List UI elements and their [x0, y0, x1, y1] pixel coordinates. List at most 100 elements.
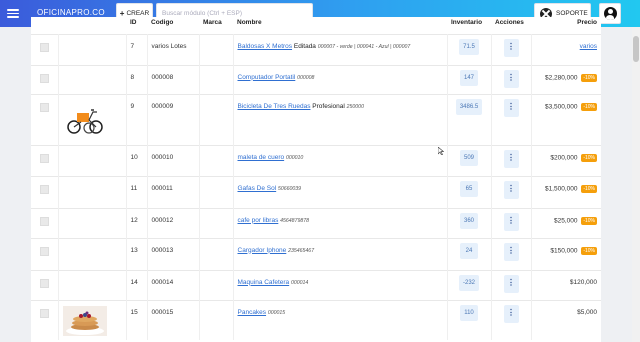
menu-icon[interactable] — [7, 9, 19, 18]
header-price[interactable]: Precio — [531, 17, 601, 34]
inventory-chip[interactable]: 360 — [459, 212, 478, 229]
product-reference: 000014 — [290, 279, 309, 286]
price-link[interactable]: varios — [580, 43, 597, 50]
price-cell: $150,000 -10% — [531, 237, 601, 270]
scrollbar-track[interactable] — [632, 27, 640, 342]
table-row[interactable]: 13000013 Cargador Iphone 235465467 24 $150,… — [31, 237, 601, 270]
inventory-chip[interactable]: 71.5 — [459, 38, 479, 55]
header-id[interactable]: ID — [126, 17, 147, 34]
price-value: $1,500,000 — [544, 185, 578, 193]
header-inventory[interactable]: Inventario — [447, 17, 491, 34]
row-checkbox[interactable] — [39, 278, 49, 288]
actions-cell — [491, 207, 532, 238]
name-cell: Cargador Iphone 235465467 — [233, 237, 448, 270]
actions-cell — [491, 144, 532, 176]
image-cell — [58, 269, 127, 300]
table-row[interactable]: 11000011 Gafas De Sol 50660039 65 $1,500,00… — [31, 175, 601, 208]
brand-cell — [199, 299, 234, 340]
discount-badge: -10% — [581, 246, 597, 255]
table-row[interactable]: 14000014Maquina Cafetera 000014-232$120,… — [31, 269, 601, 300]
product-name-link[interactable]: Gafas De Sol — [238, 185, 277, 192]
product-name-link[interactable]: Bicicleta De Tres Ruedas — [238, 103, 311, 110]
row-actions-menu-icon[interactable] — [503, 212, 519, 231]
product-name-link[interactable]: maleta de cuero — [238, 154, 285, 161]
row-checkbox[interactable] — [39, 308, 49, 318]
inventory-chip[interactable]: 110 — [460, 304, 478, 321]
row-actions-menu-icon[interactable] — [503, 242, 519, 261]
row-actions-menu-icon[interactable] — [503, 304, 519, 323]
row-actions-menu-icon[interactable] — [503, 69, 519, 88]
header-brand[interactable]: Marca — [199, 17, 233, 34]
row-checkbox[interactable] — [39, 73, 49, 83]
table-header-row: ID Codigo Marca Nombre Inventario Accion… — [31, 17, 601, 34]
header-code[interactable]: Codigo — [147, 17, 199, 34]
table-row[interactable]: 7 varios Lotes Baldosas X Metros Editada 0… — [31, 33, 601, 65]
row-checkbox[interactable] — [39, 216, 49, 226]
row-checkbox[interactable] — [39, 184, 49, 194]
discount-badge: -10% — [581, 102, 597, 111]
inventory-chip[interactable]: 147 — [459, 69, 478, 86]
product-name-extra: Editada — [293, 42, 316, 50]
product-image-pancakes[interactable] — [62, 305, 107, 336]
row-checkbox[interactable] — [39, 42, 49, 52]
row-actions-menu-icon[interactable] — [503, 180, 519, 199]
products-table-container: ID Codigo Marca Nombre Inventario Accion… — [31, 17, 601, 342]
code-cell: 000015 — [147, 299, 200, 340]
inventory-cell: -232 — [447, 269, 492, 300]
actions-cell — [491, 269, 532, 300]
row-checkbox[interactable] — [39, 153, 49, 163]
table-row[interactable]: 8000008Computador Portatil 000008147$2,2… — [31, 64, 601, 94]
inventory-chip[interactable]: 3486.5 — [455, 98, 483, 115]
row-checkbox[interactable] — [39, 246, 49, 256]
id-cell: 14 — [126, 269, 148, 300]
id-cell: 8 — [126, 64, 148, 94]
table-row[interactable]: 12000012 cafe por libras 4564879878 360 $25… — [31, 207, 601, 238]
price-value: $200,000 — [550, 154, 578, 162]
product-name-link[interactable]: Maquina Cafetera — [238, 279, 290, 286]
product-name-link[interactable]: Baldosas X Metros — [238, 43, 293, 50]
code-cell: varios Lotes — [147, 33, 200, 65]
inventory-cell: 360 — [447, 207, 492, 238]
row-actions-menu-icon[interactable] — [503, 274, 519, 293]
row-actions-menu-icon[interactable] — [503, 149, 519, 168]
product-image-tricycle[interactable] — [62, 99, 107, 140]
table-row[interactable]: 10000010maleta de cuero 000010509$200,00… — [31, 144, 601, 176]
row-actions-menu-icon[interactable] — [503, 98, 519, 117]
inventory-chip[interactable]: 24 — [460, 242, 478, 259]
brand-cell — [199, 93, 234, 145]
name-cell: Pancakes 000015 — [233, 299, 448, 340]
product-reference: 50660039 — [277, 185, 302, 192]
select-cell — [31, 299, 59, 340]
product-reference: 000008 — [297, 74, 315, 81]
brand-cell — [199, 33, 234, 65]
inventory-chip[interactable]: 509 — [459, 149, 478, 166]
name-cell: Computador Portatil 000008 — [233, 64, 448, 94]
id-cell: 11 — [126, 175, 148, 208]
product-reference: 000015 — [267, 309, 286, 316]
table-row[interactable]: 9 000009 Bicicleta De Tres Ruedas Profesio… — [31, 93, 601, 145]
inventory-cell: 24 — [447, 237, 492, 270]
table-row[interactable]: 15000015Pancakes 000015110$5,000 — [31, 299, 601, 340]
brand-logo[interactable]: OFICINAPRO.CO — [37, 8, 105, 17]
inventory-chip[interactable]: 65 — [460, 180, 478, 197]
price-cell: $25,000 -10% — [531, 207, 601, 238]
code-cell: 000009 — [147, 93, 200, 145]
brand-cell — [199, 144, 234, 176]
header-name[interactable]: Nombre — [233, 17, 447, 34]
user-avatar-icon — [603, 7, 617, 20]
product-name-link[interactable]: cafe por libras — [238, 217, 279, 224]
inventory-chip[interactable]: -232 — [458, 274, 479, 291]
row-actions-menu-icon[interactable] — [503, 38, 519, 57]
brand-cell — [199, 64, 234, 94]
name-cell: Gafas De Sol 50660039 — [233, 175, 448, 208]
product-reference: 000007 - verde | 000041 - Azul | 000007 — [317, 43, 411, 50]
row-checkbox[interactable] — [39, 102, 49, 112]
product-name-link[interactable]: Computador Portatil — [238, 74, 296, 81]
price-value: $3,500,000 — [544, 103, 578, 111]
user-menu-button[interactable] — [599, 3, 621, 24]
select-cell — [31, 207, 59, 238]
product-name-link[interactable]: Cargador Iphone — [238, 247, 287, 254]
price-cell: $120,000 — [531, 269, 601, 300]
product-name-link[interactable]: Pancakes — [238, 309, 267, 316]
scrollbar-thumb[interactable] — [633, 36, 639, 62]
